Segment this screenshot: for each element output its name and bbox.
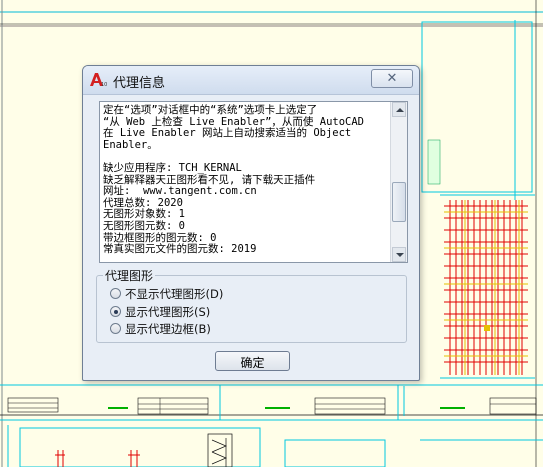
scroll-down-button[interactable]	[392, 247, 406, 262]
down-arrow-icon	[396, 253, 404, 257]
message-line: 定在“选项”对话框中的“系统”选项卡上选定了	[103, 104, 318, 116]
radio-circle	[110, 288, 121, 299]
radio-label: 不显示代理图形(D)	[125, 287, 224, 301]
message-line: Enabler。	[103, 138, 158, 151]
proxy-info-text: 定在“选项”对话框中的“系统”选项卡上选定了 “从 Web 上检查 Live En…	[103, 104, 389, 256]
radio-selected-dot	[113, 309, 118, 314]
proxy-info-dialog: 10 代理信息 ✕ 定在“选项”对话框中的“系统”选项卡上选定了 “从 Web 上…	[82, 65, 420, 381]
ok-button-label: 确定	[240, 356, 265, 370]
scroll-thumb[interactable]	[392, 182, 406, 222]
radio-show-bounding-box[interactable]: 显示代理边框(B)	[110, 321, 320, 337]
message-line: 无图形图元数: 0	[103, 219, 185, 232]
close-icon: ✕	[386, 71, 398, 86]
radio-circle	[110, 323, 121, 334]
dialog-titlebar[interactable]: 10 代理信息 ✕	[83, 66, 419, 95]
radio-label: 显示代理边框(B)	[125, 322, 211, 336]
message-line: 网址: www.tangent.com.cn	[103, 185, 257, 198]
autocad-app-icon: 10	[90, 73, 107, 87]
proxy-graphics-label: 代理图形	[103, 267, 156, 284]
proxy-info-textbox[interactable]: 定在“选项”对话框中的“系统”选项卡上选定了 “从 Web 上检查 Live En…	[99, 101, 408, 263]
vertical-scrollbar[interactable]	[390, 102, 407, 262]
svg-text:10: 10	[101, 82, 107, 87]
radio-no-proxy-graphics[interactable]: 不显示代理图形(D)	[110, 286, 320, 302]
radio-circle-selected	[110, 306, 121, 317]
close-button[interactable]: ✕	[371, 69, 413, 88]
ok-button[interactable]: 确定	[215, 351, 290, 371]
message-line: 缺少应用程序: TCH_KERNAL	[103, 161, 242, 174]
radio-show-proxy-graphics[interactable]: 显示代理图形(S)	[110, 304, 320, 320]
scroll-up-button[interactable]	[392, 102, 406, 117]
up-arrow-icon	[396, 108, 404, 112]
message-line: 常真实图元文件的图元数: 2019	[103, 243, 257, 256]
dialog-title: 代理信息	[113, 76, 166, 91]
radio-label: 显示代理图形(S)	[125, 305, 211, 319]
